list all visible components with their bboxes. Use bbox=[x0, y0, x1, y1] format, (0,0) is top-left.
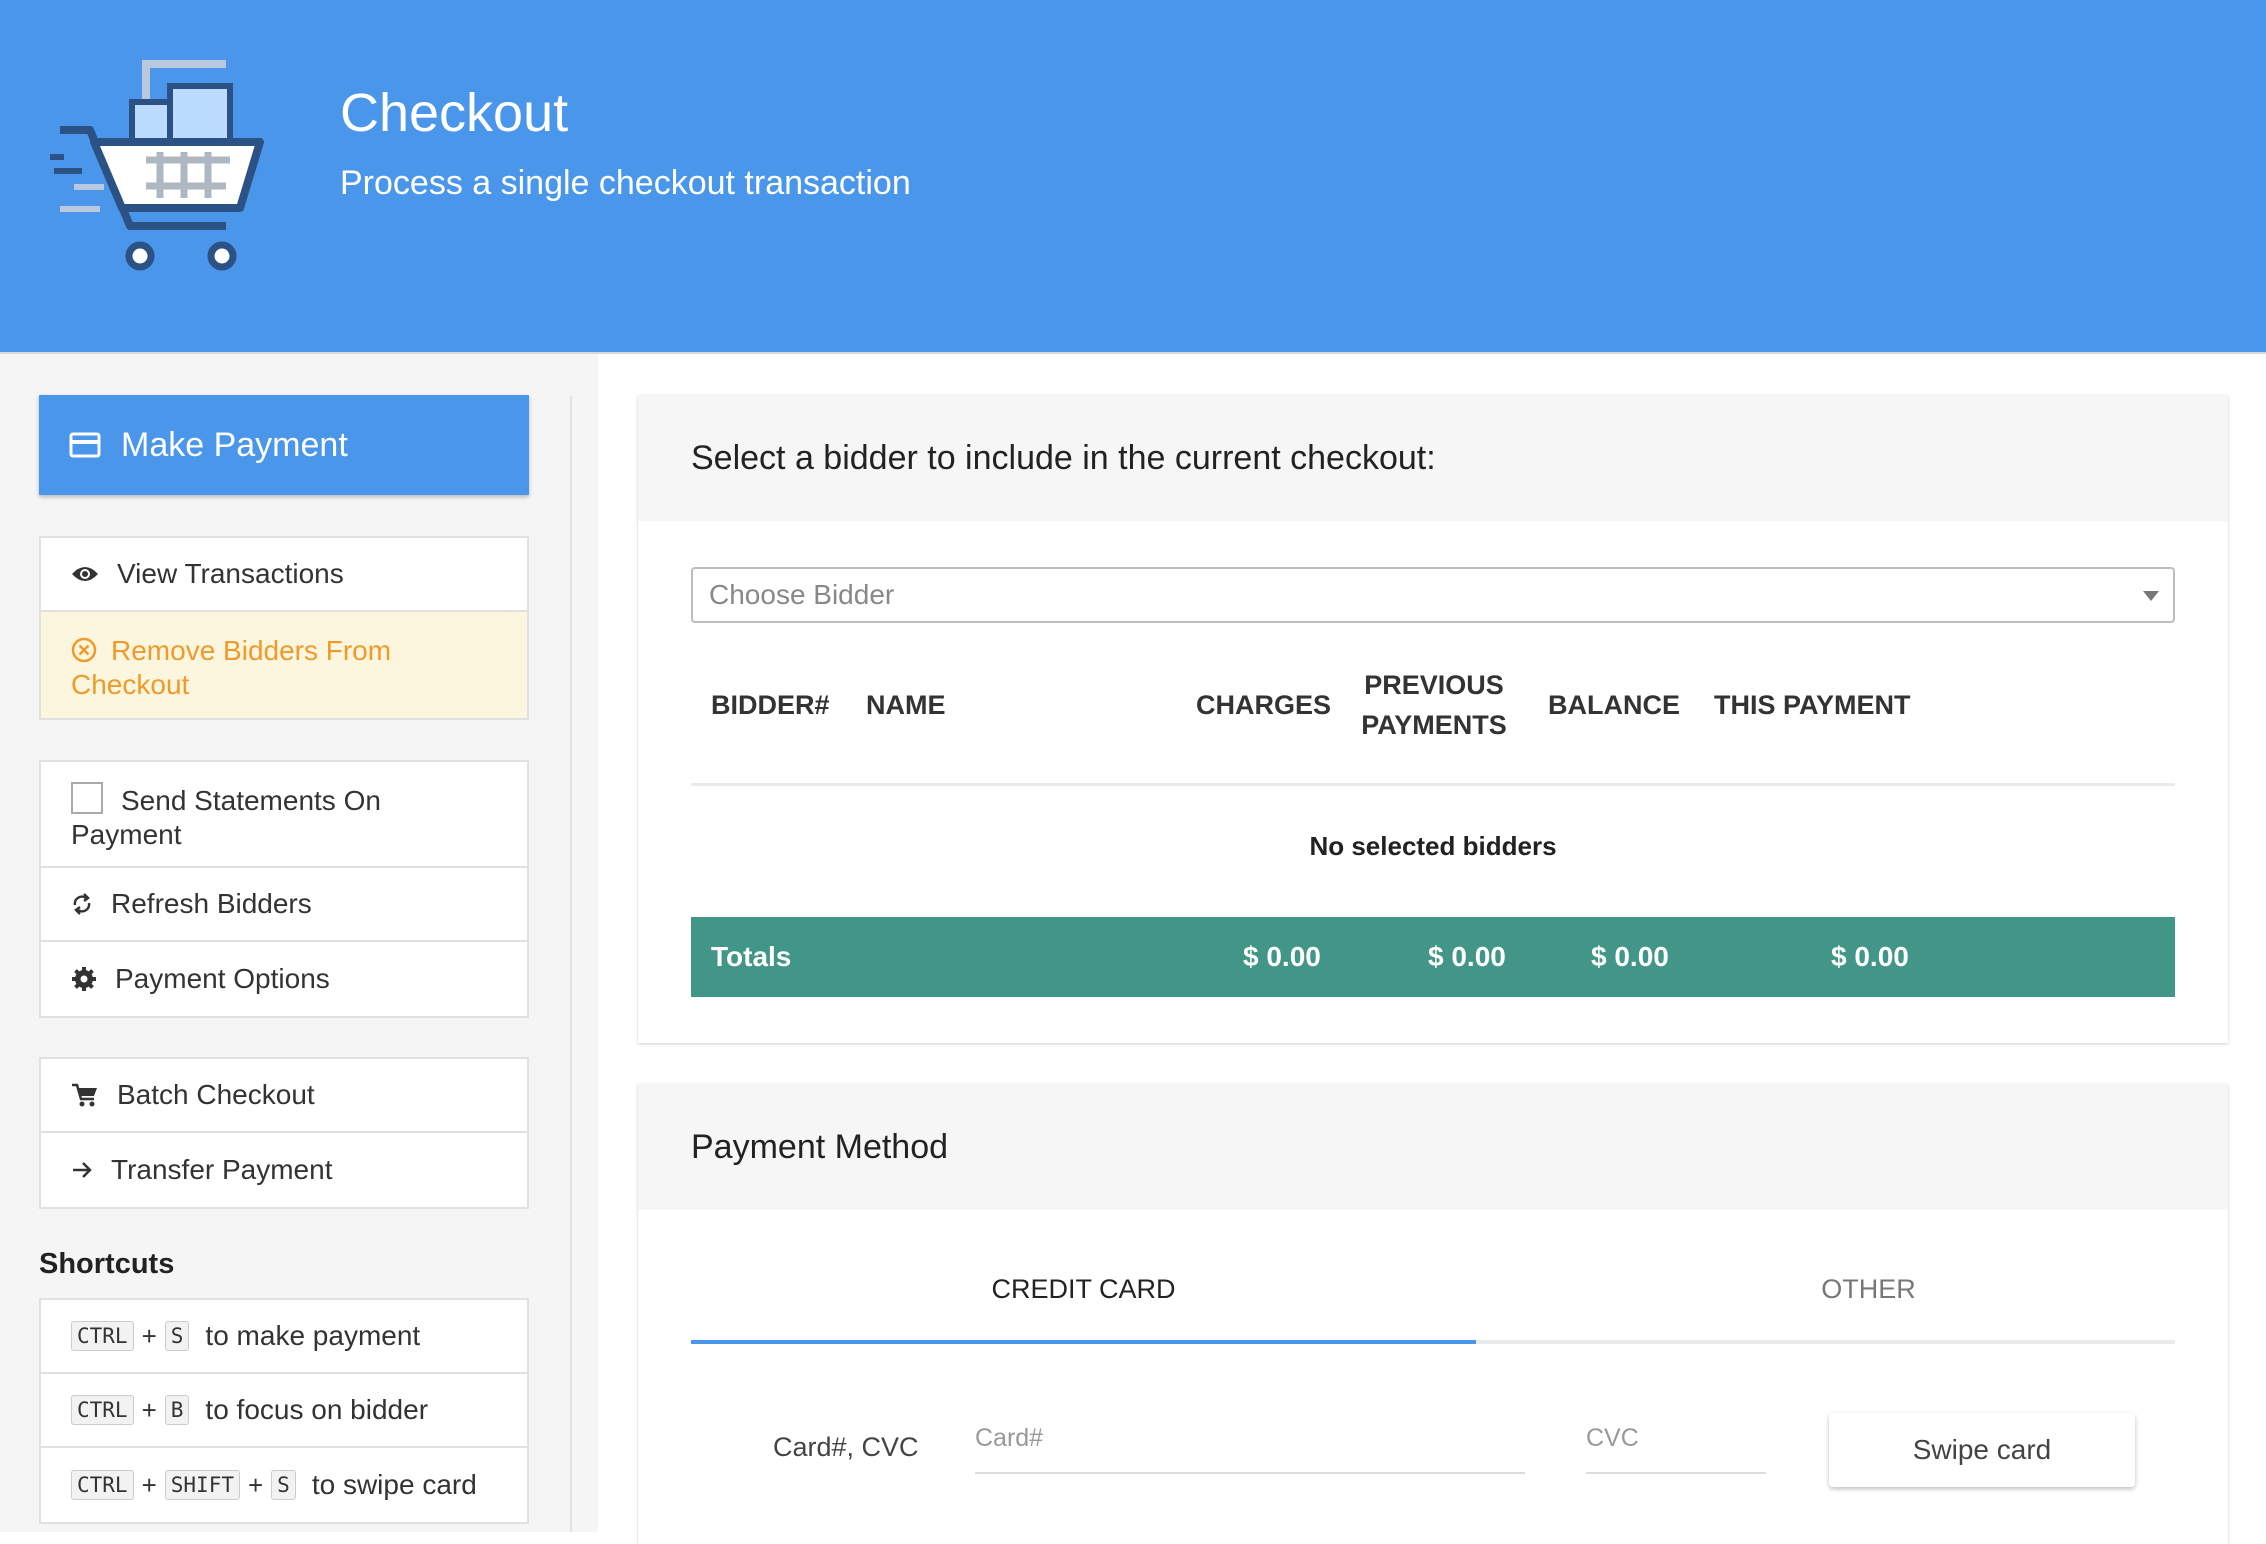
column-header-charges: CHARGES bbox=[1196, 685, 1331, 725]
checkout-cart-logo-icon bbox=[50, 56, 270, 287]
tab-credit-card[interactable]: CREDIT CARD bbox=[691, 1274, 1476, 1305]
send-statements-label: Send Statements On Payment bbox=[71, 785, 381, 850]
transfer-payment-item[interactable]: Transfer Payment bbox=[41, 1133, 527, 1207]
send-statements-item[interactable]: Send Statements On Payment bbox=[41, 762, 527, 868]
payment-options-item[interactable]: Payment Options bbox=[41, 942, 527, 1016]
make-payment-button[interactable]: Make Payment bbox=[39, 395, 529, 495]
bidder-selection-card: Select a bidder to include in the curren… bbox=[638, 395, 2228, 1043]
tab-active-indicator bbox=[691, 1340, 1476, 1344]
cvc-input[interactable]: CVC bbox=[1586, 1424, 1766, 1474]
table-header-divider bbox=[691, 783, 2175, 786]
swipe-card-button[interactable]: Swipe card bbox=[1829, 1413, 2135, 1487]
refresh-icon bbox=[71, 891, 93, 917]
payment-options-label: Payment Options bbox=[115, 963, 330, 995]
totals-this-payment: $ 0.00 bbox=[1831, 941, 1909, 973]
shortcut-swipe-card: CTRL+SHIFT+S to swipe card bbox=[41, 1448, 527, 1522]
shortcut-description: to focus on bidder bbox=[205, 1394, 428, 1426]
view-transactions-label: View Transactions bbox=[117, 558, 344, 590]
sidebar-group-options: Send Statements On Payment Refresh Bidde… bbox=[39, 760, 529, 1018]
credit-card-icon bbox=[69, 432, 101, 458]
shortcut-description: to make payment bbox=[205, 1320, 420, 1352]
column-header-previous-payments: PREVIOUS PAYMENTS bbox=[1354, 665, 1514, 745]
make-payment-label: Make Payment bbox=[121, 426, 348, 465]
page-title: Checkout bbox=[340, 82, 568, 144]
totals-label: Totals bbox=[711, 941, 791, 973]
shortcut-key: B bbox=[165, 1395, 190, 1425]
shortcut-key: S bbox=[271, 1470, 296, 1500]
column-header-name: NAME bbox=[866, 685, 946, 725]
totals-previous-payments: $ 0.00 bbox=[1428, 941, 1506, 973]
eye-icon bbox=[71, 564, 99, 584]
send-statements-checkbox[interactable] bbox=[71, 782, 103, 814]
batch-checkout-item[interactable]: Batch Checkout bbox=[41, 1059, 527, 1133]
choose-bidder-placeholder: Choose Bidder bbox=[709, 579, 894, 611]
remove-bidders-item[interactable]: Remove Bidders From Checkout bbox=[41, 612, 527, 718]
totals-row: Totals $ 0.00 $ 0.00 $ 0.00 $ 0.00 bbox=[691, 917, 2175, 997]
shortcut-key: CTRL bbox=[71, 1470, 134, 1500]
shortcut-key: SHIFT bbox=[165, 1470, 240, 1500]
close-circle-icon bbox=[71, 637, 97, 663]
refresh-bidders-label: Refresh Bidders bbox=[111, 888, 312, 920]
totals-balance: $ 0.00 bbox=[1591, 941, 1669, 973]
shortcut-description: to swipe card bbox=[312, 1469, 477, 1501]
batch-checkout-label: Batch Checkout bbox=[117, 1079, 315, 1111]
shortcuts-title: Shortcuts bbox=[39, 1248, 174, 1281]
payment-method-heading: Payment Method bbox=[638, 1084, 2228, 1210]
shortcut-make-payment: CTRL+S to make payment bbox=[41, 1300, 527, 1374]
column-header-balance: BALANCE bbox=[1548, 685, 1680, 725]
column-header-this-payment: THIS PAYMENT bbox=[1714, 685, 1911, 725]
bidder-selection-heading: Select a bidder to include in the curren… bbox=[638, 395, 2228, 521]
transfer-payment-label: Transfer Payment bbox=[111, 1154, 332, 1186]
choose-bidder-select[interactable]: Choose Bidder bbox=[691, 567, 2175, 623]
card-number-input[interactable]: Card# bbox=[975, 1424, 1525, 1474]
tab-track bbox=[1476, 1340, 2175, 1344]
refresh-bidders-item[interactable]: Refresh Bidders bbox=[41, 868, 527, 942]
shortcut-key: S bbox=[165, 1321, 190, 1351]
column-header-bidder: BIDDER# bbox=[711, 685, 830, 725]
card-cvc-label: Card#, CVC bbox=[773, 1432, 919, 1463]
payment-method-card: Payment Method CREDIT CARD OTHER Card#, … bbox=[638, 1084, 2228, 1544]
cart-icon bbox=[71, 1082, 99, 1108]
sidebar-divider bbox=[570, 396, 572, 1532]
totals-charges: $ 0.00 bbox=[1243, 941, 1321, 973]
arrow-right-icon bbox=[71, 1159, 93, 1181]
shortcut-focus-bidder: CTRL+B to focus on bidder bbox=[41, 1374, 527, 1448]
view-transactions-item[interactable]: View Transactions bbox=[41, 538, 527, 612]
shortcuts-list: CTRL+S to make payment CTRL+B to focus o… bbox=[39, 1298, 529, 1524]
gear-icon bbox=[71, 966, 97, 992]
sidebar-group-actions: Batch Checkout Transfer Payment bbox=[39, 1057, 529, 1209]
remove-bidders-label: Remove Bidders From Checkout bbox=[71, 635, 391, 700]
shortcut-key: CTRL bbox=[71, 1395, 134, 1425]
empty-table-message: No selected bidders bbox=[691, 831, 2175, 862]
page-header: Checkout Process a single checkout trans… bbox=[0, 0, 2266, 352]
sidebar-group-view: View Transactions Remove Bidders From Ch… bbox=[39, 536, 529, 720]
chevron-down-icon bbox=[2143, 591, 2159, 601]
page-subtitle: Process a single checkout transaction bbox=[340, 164, 911, 203]
shortcut-key: CTRL bbox=[71, 1321, 134, 1351]
tab-other[interactable]: OTHER bbox=[1476, 1274, 2261, 1305]
